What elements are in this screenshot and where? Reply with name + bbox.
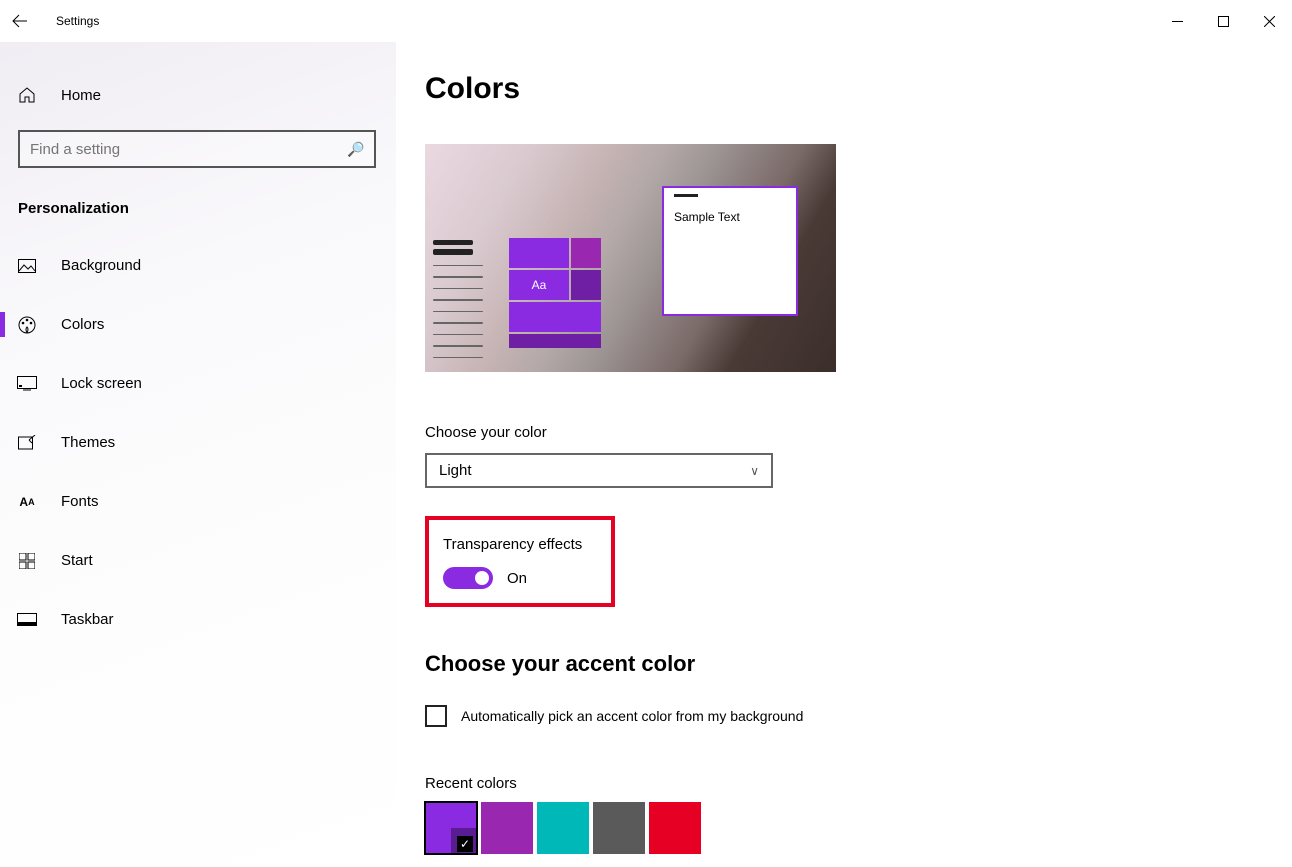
monitor-icon bbox=[17, 374, 37, 394]
auto-accent-checkbox[interactable] bbox=[425, 705, 447, 727]
nav-label: Colors bbox=[61, 316, 104, 333]
home-label: Home bbox=[61, 87, 101, 104]
sidebar: Home 🔍 Personalization Background Colors… bbox=[0, 42, 396, 867]
search-input[interactable] bbox=[30, 141, 330, 158]
nav-label: Themes bbox=[61, 434, 115, 451]
nav-item-fonts[interactable]: AA Fonts bbox=[0, 479, 396, 524]
picture-icon bbox=[17, 256, 37, 276]
nav-item-themes[interactable]: Themes bbox=[0, 420, 396, 465]
recent-colors-label: Recent colors bbox=[425, 775, 1292, 792]
color-swatch-3[interactable] bbox=[593, 802, 645, 854]
taskbar-icon bbox=[17, 610, 37, 630]
grid-icon bbox=[17, 551, 37, 571]
nav-label: Taskbar bbox=[61, 611, 114, 628]
nav-item-taskbar[interactable]: Taskbar bbox=[0, 597, 396, 642]
auto-accent-row[interactable]: Automatically pick an accent color from … bbox=[425, 705, 1292, 727]
back-button[interactable] bbox=[0, 0, 40, 42]
accent-heading: Choose your accent color bbox=[425, 651, 1292, 677]
main-content: Colors Aa bbox=[396, 42, 1292, 867]
transparency-section: Transparency effects On bbox=[425, 516, 615, 607]
color-mode-value: Light bbox=[439, 462, 472, 479]
close-icon bbox=[1264, 16, 1275, 27]
home-nav[interactable]: Home bbox=[0, 74, 396, 116]
auto-accent-label: Automatically pick an accent color from … bbox=[461, 708, 803, 724]
maximize-button[interactable] bbox=[1200, 5, 1246, 37]
nav-label: Fonts bbox=[61, 493, 99, 510]
color-preview: Aa Sample Text bbox=[425, 144, 836, 372]
pen-icon bbox=[17, 433, 37, 453]
nav-item-lockscreen[interactable]: Lock screen bbox=[0, 361, 396, 406]
titlebar: Settings bbox=[0, 0, 1292, 42]
choose-color-label: Choose your color bbox=[425, 424, 1292, 441]
minimize-icon bbox=[1172, 16, 1183, 27]
window-title: Settings bbox=[56, 14, 99, 28]
chevron-down-icon: ∨ bbox=[750, 464, 759, 478]
sample-window: Sample Text bbox=[662, 186, 798, 316]
color-swatch-2[interactable] bbox=[537, 802, 589, 854]
color-swatch-1[interactable] bbox=[481, 802, 533, 854]
nav-label: Background bbox=[61, 257, 141, 274]
transparency-state: On bbox=[507, 570, 527, 587]
transparency-toggle[interactable] bbox=[443, 567, 493, 589]
preview-tile-aa: Aa bbox=[509, 270, 569, 300]
font-icon: AA bbox=[17, 492, 37, 512]
maximize-icon bbox=[1218, 16, 1229, 27]
close-button[interactable] bbox=[1246, 5, 1292, 37]
nav-list: Background Colors Lock screen Themes AA … bbox=[0, 243, 396, 642]
category-title: Personalization bbox=[0, 168, 396, 229]
palette-icon bbox=[17, 315, 37, 335]
minimize-button[interactable] bbox=[1154, 5, 1200, 37]
transparency-label: Transparency effects bbox=[443, 536, 597, 553]
sample-text: Sample Text bbox=[674, 210, 786, 224]
search-box[interactable]: 🔍 bbox=[18, 130, 376, 168]
nav-label: Lock screen bbox=[61, 375, 142, 392]
color-swatch-0[interactable] bbox=[425, 802, 477, 854]
nav-item-start[interactable]: Start bbox=[0, 538, 396, 583]
recent-colors-row bbox=[425, 802, 1292, 854]
nav-item-colors[interactable]: Colors bbox=[0, 302, 396, 347]
choose-color-section: Choose your color Light ∨ bbox=[425, 424, 1292, 488]
nav-label: Start bbox=[61, 552, 93, 569]
color-mode-dropdown[interactable]: Light ∨ bbox=[425, 453, 773, 488]
color-swatch-4[interactable] bbox=[649, 802, 701, 854]
search-icon: 🔍 bbox=[347, 141, 364, 158]
arrow-left-icon bbox=[12, 13, 28, 29]
nav-item-background[interactable]: Background bbox=[0, 243, 396, 288]
home-icon bbox=[17, 85, 37, 105]
page-title: Colors bbox=[425, 72, 1292, 106]
